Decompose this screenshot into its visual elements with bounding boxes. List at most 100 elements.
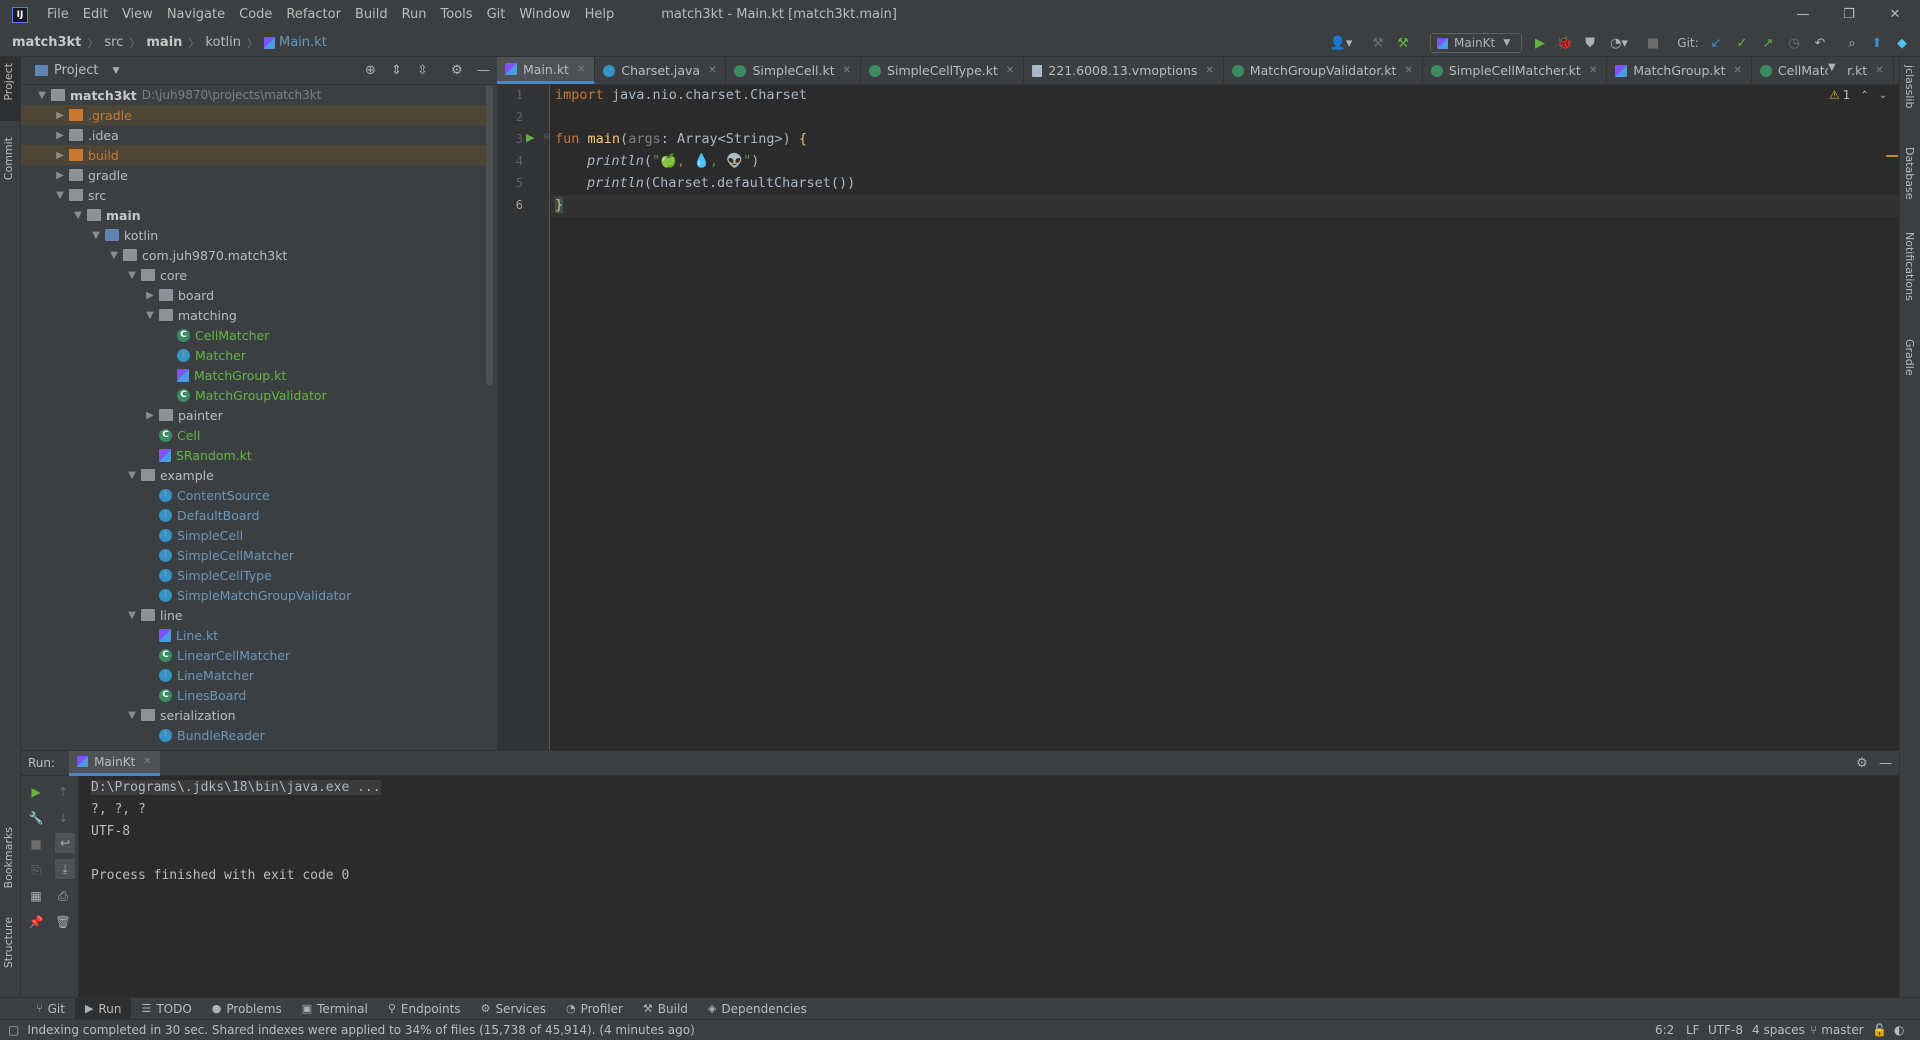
tree-item[interactable]: I LineMatcher	[21, 665, 491, 685]
rollback-icon[interactable]: ↶	[1811, 33, 1829, 53]
soft-wrap-icon[interactable]: ↩	[55, 833, 75, 853]
tree-item[interactable]: C LinesBoard	[21, 685, 491, 705]
commit-tool-button[interactable]: Commit	[2, 137, 15, 180]
stop-icon[interactable]: ■	[28, 836, 44, 852]
tree-item[interactable]: ▶ gradle	[21, 165, 491, 185]
chevron-up-icon[interactable]: ⌃	[1860, 90, 1868, 101]
editor-tab[interactable]: SimpleCellType.kt ✕	[861, 57, 1025, 84]
menu-edit[interactable]: Edit	[76, 0, 115, 29]
tool-tab-dependencies[interactable]: ◈ Dependencies	[698, 998, 817, 1020]
tree-item[interactable]: ▶ painter	[21, 405, 491, 425]
menu-window[interactable]: Window	[512, 0, 577, 29]
fold-icon[interactable]: ⊖	[543, 132, 551, 142]
tree-item[interactable]: I DefaultBoard	[21, 505, 491, 525]
history-icon[interactable]: ◷	[1785, 33, 1803, 53]
tree-item[interactable]: I BundleReader	[21, 725, 491, 745]
editor-tab[interactable]: 221.6008.13.vmoptions ✕	[1024, 57, 1224, 84]
tree-item[interactable]: ▼ kotlin	[21, 225, 491, 245]
chevron-right-icon[interactable]: ▶	[53, 150, 67, 161]
trash-icon[interactable]: 🗑	[55, 914, 71, 930]
run-gutter-icon[interactable]: ▶	[526, 131, 534, 144]
chevron-right-icon[interactable]: ▶	[143, 410, 157, 421]
chevron-right-icon[interactable]: ▶	[53, 170, 67, 181]
chevron-right-icon[interactable]: ▶	[53, 110, 67, 121]
tool-tab-services[interactable]: ⚙ Services	[471, 998, 556, 1020]
user-icon[interactable]: 👤▾	[1326, 33, 1356, 53]
update-icon[interactable]: ⬆	[1868, 33, 1886, 53]
warning-stripe[interactable]	[1886, 155, 1898, 157]
tool-tab-profiler[interactable]: ◔ Profiler	[556, 998, 633, 1020]
gear-icon[interactable]: ⚙	[1856, 756, 1868, 771]
menu-file[interactable]: File	[40, 0, 76, 29]
indent-setting[interactable]: 4 spaces	[1752, 1023, 1805, 1037]
chevron-down-icon[interactable]: ▼	[35, 90, 49, 101]
breadcrumb-kotlin[interactable]: kotlin	[205, 35, 241, 50]
project-tool-button[interactable]: Project	[2, 63, 15, 101]
hide-icon[interactable]: —	[1879, 756, 1892, 771]
run-tab[interactable]: MainKt ✕	[69, 750, 160, 776]
tree-item[interactable]: ▶ build	[21, 145, 491, 165]
tool-tab-git[interactable]: ⑂ Git	[26, 998, 75, 1020]
menu-git[interactable]: Git	[480, 0, 513, 29]
tree-item[interactable]: MatchGroup.kt	[21, 365, 491, 385]
chevron-right-icon[interactable]: ▶	[53, 130, 67, 141]
close-icon[interactable]: ✕	[1589, 65, 1597, 76]
gradle-tool-button[interactable]: Gradle	[1903, 339, 1916, 376]
jclasslib-tool-button[interactable]: jclasslib	[1903, 65, 1916, 108]
arrow-up-icon[interactable]: ↑	[55, 784, 71, 800]
close-icon[interactable]: ✕	[1205, 65, 1213, 76]
inspection-widget[interactable]: ⚠ 1 ⌃ ⌄	[1829, 88, 1887, 102]
wrench-icon[interactable]: 🔧	[28, 810, 44, 826]
restore-icon[interactable]: ❐	[1826, 0, 1872, 29]
tool-tab-run[interactable]: ▶ Run	[74, 997, 132, 1020]
tree-item[interactable]: ▶ .idea	[21, 125, 491, 145]
build-icon[interactable]: ⚒	[1393, 33, 1413, 53]
chevron-right-icon[interactable]: ▶	[143, 290, 157, 301]
chevron-down-icon[interactable]: ▼	[107, 250, 121, 261]
tabs-more-icon[interactable]: ▼	[1828, 62, 1848, 80]
chevron-down-icon[interactable]: ▼	[112, 66, 119, 76]
pin-icon[interactable]: 📌	[28, 914, 44, 930]
tool-tab-todo[interactable]: ☰ TODO	[131, 998, 201, 1020]
editor-tab[interactable]: SimpleCell.kt ✕	[726, 57, 862, 84]
tree-scrollbar[interactable]	[486, 85, 493, 385]
caret-position[interactable]: 6:2	[1655, 1023, 1674, 1037]
minimize-icon[interactable]: —	[1780, 0, 1826, 29]
editor-tab[interactable]: MatchGroup.kt ✕	[1607, 57, 1752, 84]
hammer-icon[interactable]: ⚒	[1368, 33, 1388, 53]
locate-icon[interactable]: ⊕	[365, 63, 376, 78]
close-icon[interactable]: ✕	[708, 65, 716, 76]
editor-tab[interactable]: MatchGroupValidator.kt ✕	[1224, 57, 1423, 84]
close-icon[interactable]: ✕	[843, 65, 851, 76]
menu-help[interactable]: Help	[578, 0, 622, 29]
intellij-logo-icon[interactable]: IJ	[12, 6, 28, 23]
menu-run[interactable]: Run	[395, 0, 434, 29]
line-separator[interactable]: LF	[1686, 1023, 1700, 1037]
status-toggle-icon[interactable]: ▢	[8, 1023, 19, 1037]
tree-item[interactable]: ▼ line	[21, 605, 491, 625]
editor-tab[interactable]: LinearCellMatc	[1894, 57, 1899, 84]
run-config-select[interactable]: MainKt ▼	[1430, 33, 1522, 53]
scroll-to-end-icon[interactable]: ⤓	[55, 859, 75, 879]
chevron-down-icon[interactable]: ▼	[89, 230, 103, 241]
tree-item[interactable]: C MatchGroupValidator	[21, 385, 491, 405]
chevron-down-icon[interactable]: ▼	[71, 210, 85, 221]
menu-navigate[interactable]: Navigate	[160, 0, 232, 29]
tree-item[interactable]: ▶ board	[21, 285, 491, 305]
tool-tab-endpoints[interactable]: ⚲ Endpoints	[378, 998, 471, 1020]
breadcrumb-main[interactable]: main	[146, 35, 182, 50]
tree-item[interactable]: ▼ core	[21, 265, 491, 285]
restore-layout-icon[interactable]: ⎘	[28, 862, 44, 878]
tree-item[interactable]: I SimpleCell	[21, 525, 491, 545]
tree-root[interactable]: ▼ match3kt D:\juh9870\projects\match3kt	[21, 85, 491, 105]
editor-tab[interactable]: SimpleCellMatcher.kt ✕	[1423, 57, 1608, 84]
chevron-down-icon[interactable]: ⌄	[1879, 90, 1887, 101]
memory-icon[interactable]: ◐	[1894, 1023, 1904, 1037]
git-commit-icon[interactable]: ✓	[1733, 33, 1751, 53]
git-update-icon[interactable]: ↙	[1707, 33, 1725, 53]
menu-view[interactable]: View	[115, 0, 160, 29]
rerun-icon[interactable]: ▶	[28, 784, 44, 800]
tool-tab-problems[interactable]: ● Problems	[202, 998, 292, 1020]
tool-tab-terminal[interactable]: ▣ Terminal	[292, 998, 378, 1020]
tree-item[interactable]: Line.kt	[21, 625, 491, 645]
